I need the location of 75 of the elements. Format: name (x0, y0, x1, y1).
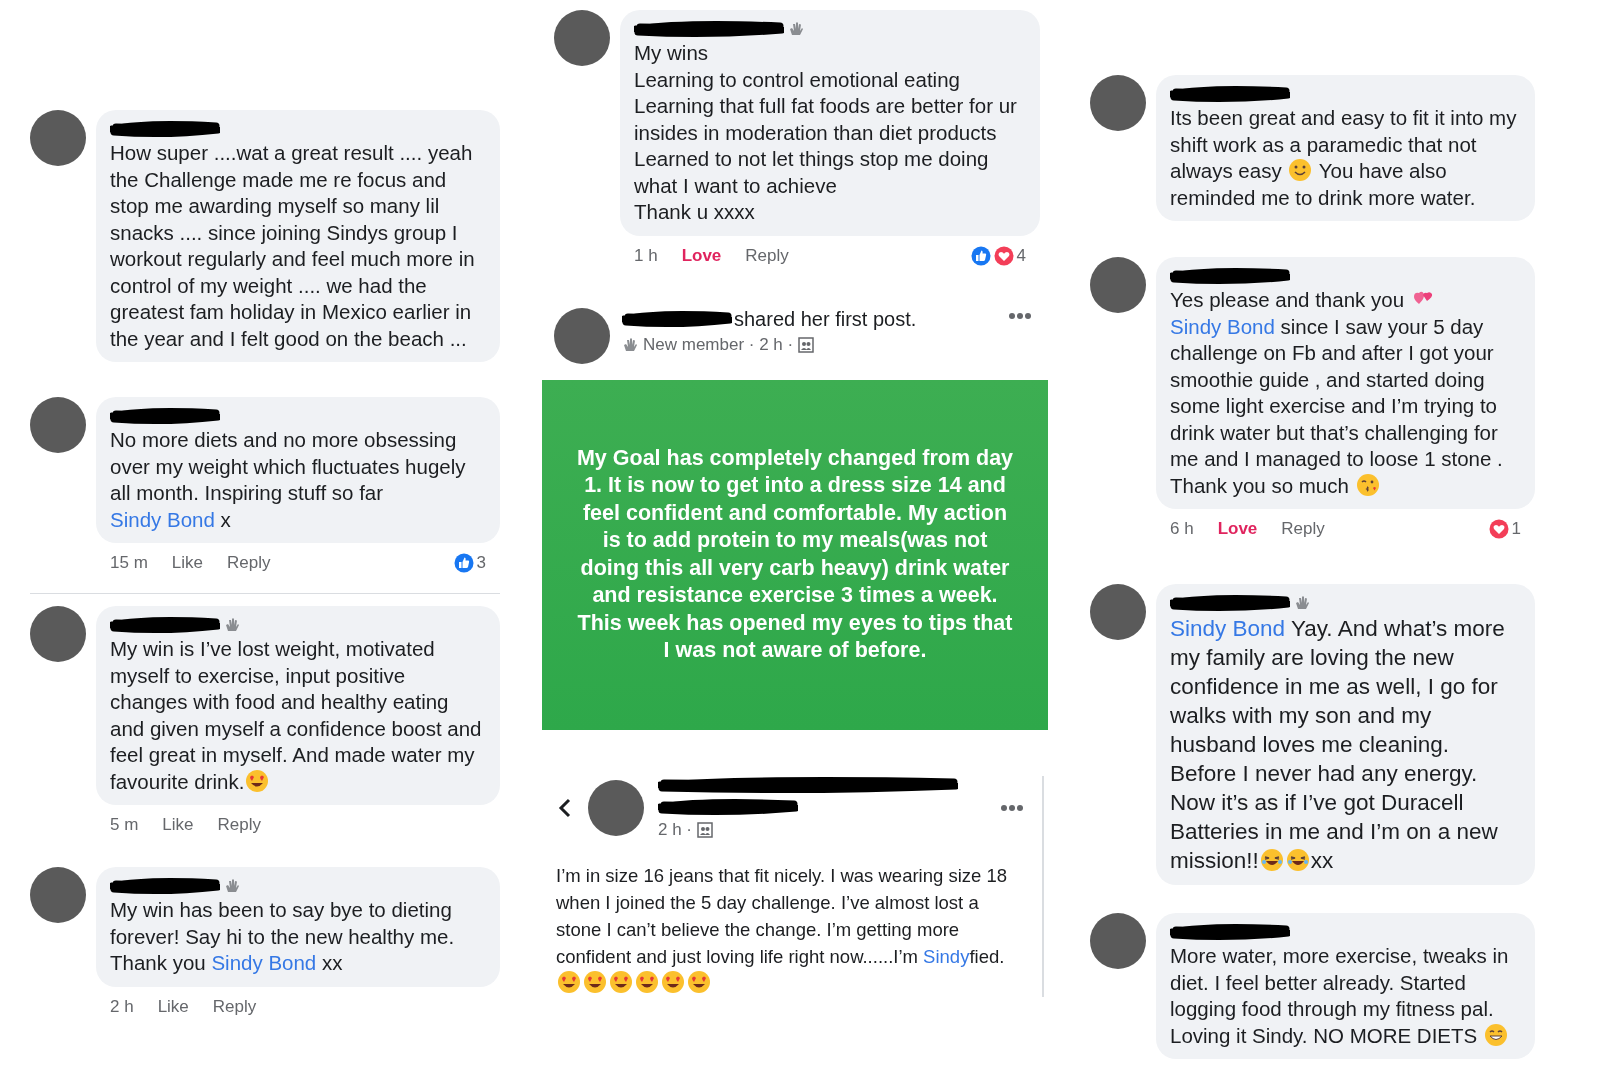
comment-action[interactable]: Reply (745, 245, 789, 266)
comment-time: 6 h (1170, 519, 1194, 539)
kiss-emoji-icon (1355, 472, 1380, 497)
grin-emoji-icon (1483, 1022, 1508, 1047)
waving-hand-icon (622, 336, 638, 353)
comment-text: Yes please and thank you (1170, 287, 1521, 314)
post-text: I’m in size 16 jeans that fit nicely. I was wearing size 18 when I joined the 5 day challenge. I’ve almost lost a stone I can’t believe the change. I’m getting more confident and just loving life right now......I’m Sindyfied. (556, 861, 1028, 997)
comment-time: 5 m (110, 815, 139, 835)
comment-time: 1 h (634, 245, 658, 266)
more-dots-icon (1000, 803, 1024, 812)
comment-text: No more diets and no more obsessing over my weight which fluctuates hugely all month. Inspiring stuff so far Sindy Bond x (110, 427, 467, 533)
comment-action[interactable]: Reply (212, 996, 257, 1017)
group-icon (697, 821, 714, 838)
comment-text: Learning that full fat foods are better for ur insides in moderation than diet products (634, 93, 1018, 146)
comment-text: Sindy Bond Yay. And what’s more my family are loving the new confidence in me as well, I go for walks with my son and my husband loves me cleaning. Before I never had any energy. Now it’s as if I’ve got Duracell Batteries in me and I’m on a new mission!! xx (1170, 615, 1506, 875)
comment-action[interactable]: Reply (1281, 519, 1325, 539)
group-icon (798, 336, 815, 353)
post-time: 2 h · (658, 819, 693, 840)
reaction-count: 3 (476, 553, 486, 573)
heart-eyes-emoji-icon (661, 969, 685, 994)
like-reaction-icon (970, 245, 991, 266)
comment-text: My win has been to say bye to dieting forever! Say hi to the new healthy me. Thank you Sindy Bond xx (110, 897, 456, 976)
more-dots-icon (1008, 311, 1032, 320)
like-reaction-icon (453, 553, 474, 573)
chevron-left-icon (558, 796, 572, 819)
avatar (1090, 584, 1146, 640)
comment-text: Sindy Bond since I saw your 5 day challenge on Fb and after I got your smoothie guide , and started doing some light exercise and I’m trying to drink water but that’s challenging for me and I managed to loose 1 stone . (1170, 313, 1504, 472)
comment-action[interactable]: Love (1217, 519, 1258, 539)
heart-eyes-emoji-icon (635, 969, 659, 994)
comment-text: More water, more exercise, tweaks in diet. I feel better already. Started logging food through my fitness pal. (1170, 943, 1510, 1022)
comment-action[interactable]: Reply (227, 553, 271, 573)
comment-action[interactable]: Like (157, 996, 189, 1017)
comment-text: Loving it Sindy. NO MORE DIETS (1170, 1022, 1521, 1049)
comment-text: Learning to control emotional eating (634, 66, 961, 93)
name-link[interactable]: Sindy (923, 945, 970, 967)
name-link[interactable]: Sindy Bond (211, 951, 317, 974)
comment-text: Learned to not let things stop me doing what I want to achieve (634, 146, 990, 199)
comment-action[interactable]: Reply (217, 815, 261, 835)
post-headline: shared her first post. (734, 307, 917, 331)
love-reaction-icon (993, 245, 1014, 266)
avatar (554, 10, 610, 66)
post-text-card: My Goal has completely changed from day 1. It is now to get into a dress size 14 and feel confident and comfortable. My action is to add protein to my meals(was not doing this all very carb heavy) drink water and resistance exercise 3 times a week. This week has opened my eyes to tips that I was not aware of before. (542, 379, 1048, 730)
comment-action[interactable]: Like (162, 815, 194, 835)
comment-text: Thank you so much (1170, 472, 1521, 499)
avatar (30, 867, 86, 923)
laugh-emoji-icon (1259, 848, 1284, 872)
comment-text: Its been great and easy to fit it into my shift work as a paramedic that not always easy You have also reminded me to drink more water. (1170, 105, 1518, 211)
reaction-count: 4 (1016, 245, 1026, 266)
comment-time: 2 h (110, 996, 134, 1017)
laugh-emoji-icon (1285, 848, 1310, 872)
comment-text: My wins (634, 40, 710, 66)
heart-eyes-emoji-icon (245, 768, 270, 793)
avatar (1090, 75, 1146, 131)
comment-text: How super ....wat a great result .... yeah the Challenge made me re focus and stop me awarding myself so many lil snacks .... since joining Sindys group I workout regularly and feel much more in control of my weight .... we had the greatest fam holiday in Mexico earlier in the year and I felt good on the beach ... (110, 140, 476, 352)
avatar (30, 606, 86, 662)
name-link[interactable]: Sindy Bond (110, 507, 215, 531)
love-reaction-icon (1488, 519, 1509, 539)
heart-eyes-emoji-icon (687, 969, 711, 994)
comment-action[interactable]: Love (681, 245, 722, 266)
comment-text: Thank u xxxx (634, 199, 756, 225)
comment-action[interactable]: Like (171, 553, 203, 573)
heart-eyes-emoji-icon (557, 969, 581, 994)
name-link[interactable]: Sindy Bond (1170, 616, 1286, 641)
smile-emoji-icon (1288, 158, 1313, 182)
avatar (1090, 257, 1146, 313)
avatar (1090, 913, 1146, 969)
comment-text: My win is I’ve lost weight, motivated myself to exercise, input positive changes with food and healthy eating and given myself a confidence boost and feel great in myself. And made water my favourite drink. (110, 636, 483, 795)
name-link[interactable]: Sindy Bond (1170, 314, 1275, 338)
avatar (30, 110, 86, 166)
reaction-count: 1 (1511, 519, 1521, 539)
avatar (30, 397, 86, 453)
comment-time: 15 m (110, 553, 148, 573)
heart-eyes-emoji-icon (583, 969, 607, 994)
post-meta: New member · 2 h · (643, 334, 794, 355)
heart-eyes-emoji-icon (609, 969, 633, 994)
